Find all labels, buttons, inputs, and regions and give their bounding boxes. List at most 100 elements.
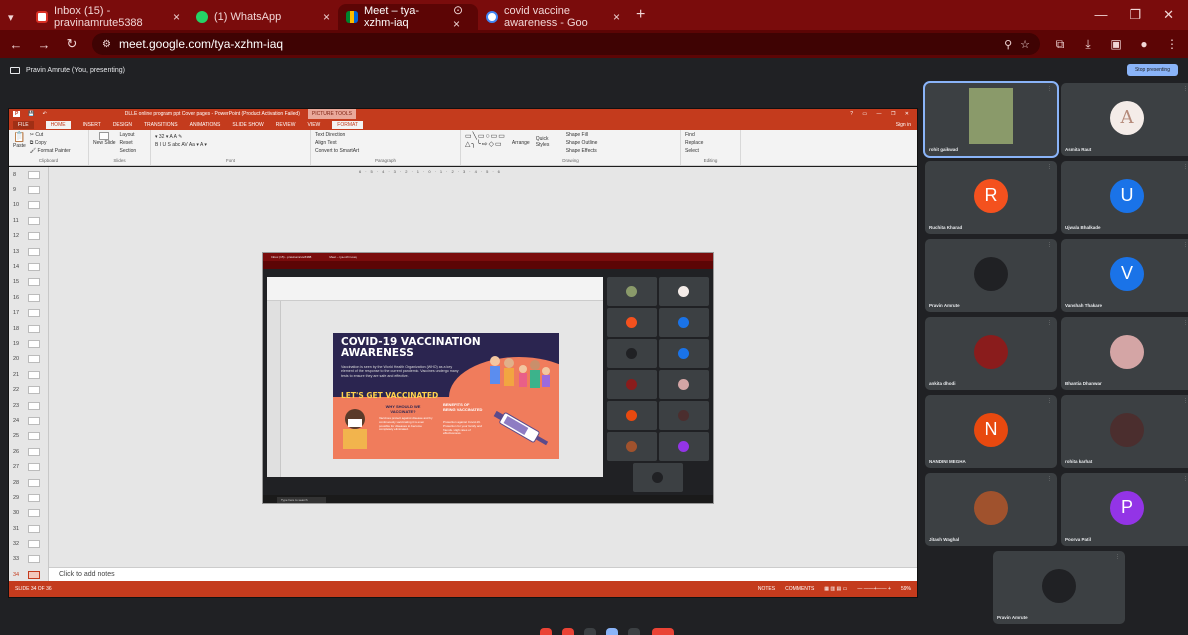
- save-icon[interactable]: 💾: [28, 111, 34, 117]
- participant-tile[interactable]: rohita karhat ⋮: [1061, 395, 1188, 468]
- close-icon[interactable]: ×: [613, 10, 620, 24]
- ppt-tab-home[interactable]: HOME: [45, 120, 71, 129]
- address-bar[interactable]: ⚙ meet.google.com/tya-xzhm-iaq ⚲ ☆: [92, 33, 1040, 55]
- slide-thumbnail[interactable]: 33: [9, 552, 48, 567]
- layout-button[interactable]: Layout: [120, 132, 137, 138]
- camera-button[interactable]: [562, 628, 574, 635]
- tab-google[interactable]: covid vaccine awareness - Goo ×: [478, 4, 628, 30]
- close-icon[interactable]: ×: [323, 10, 330, 24]
- view-buttons[interactable]: ▦ ▥ ▤ ▭: [824, 586, 847, 592]
- font-controls[interactable]: ▾ 32 ▾ A A ✎: [155, 134, 306, 140]
- slide-thumbnail[interactable]: 20: [9, 352, 48, 367]
- slide-thumbnail[interactable]: 21: [9, 367, 48, 382]
- tab-meet[interactable]: Meet – tya-xzhm-iaq ⊙ ×: [338, 3, 478, 31]
- paste-button[interactable]: 📋 Paste: [13, 132, 26, 154]
- slide-thumbnail[interactable]: 27: [9, 459, 48, 474]
- slide-thumbnail[interactable]: 17: [9, 306, 48, 321]
- new-tab-button[interactable]: +: [628, 6, 653, 24]
- more-icon[interactable]: ⋮: [1047, 86, 1052, 92]
- more-icon[interactable]: ⋮: [1047, 398, 1052, 404]
- shape-effects-button[interactable]: Shape Effects: [566, 148, 598, 154]
- cut-button[interactable]: ✂ Cut: [30, 132, 71, 138]
- slide-thumbnail[interactable]: 19: [9, 336, 48, 351]
- slide-thumbnail[interactable]: 18: [9, 321, 48, 336]
- notes-pane[interactable]: Click to add notes: [49, 567, 917, 581]
- replace-button[interactable]: Replace: [685, 140, 736, 146]
- slide-thumbnail[interactable]: 16: [9, 290, 48, 305]
- new-slide-button[interactable]: New Slide: [93, 132, 116, 154]
- participant-tile[interactable]: Pravin Amrute ⋮: [993, 551, 1125, 624]
- back-icon[interactable]: ←: [8, 37, 24, 52]
- slide-thumbnail[interactable]: 25: [9, 429, 48, 444]
- selected-picture[interactable]: Inbox (15) - pravinamrute5388 Meet – tya…: [262, 252, 714, 504]
- minimize-icon[interactable]: —: [1094, 7, 1107, 23]
- slide-thumbnail[interactable]: 30: [9, 506, 48, 521]
- close-icon[interactable]: ×: [173, 10, 180, 24]
- participant-tile[interactable]: A Asmita Raut ⋮: [1061, 83, 1188, 156]
- more-icon[interactable]: ⋮: [1183, 398, 1188, 404]
- participant-tile[interactable]: V Vanshah Thakare ⋮: [1061, 239, 1188, 312]
- tab-search-menu[interactable]: ▾: [0, 4, 28, 30]
- select-button[interactable]: Select: [685, 148, 736, 154]
- shape-outline-button[interactable]: Shape Outline: [566, 140, 598, 146]
- convert-smartart-button[interactable]: Convert to SmartArt: [315, 148, 456, 154]
- slide-thumbnail[interactable]: 11: [9, 213, 48, 228]
- more-icon[interactable]: ⋮: [1183, 476, 1188, 482]
- more-icon[interactable]: ⋮: [1183, 242, 1188, 248]
- slide-thumbnail[interactable]: 29: [9, 490, 48, 505]
- ppt-tab-transitions[interactable]: TRANSITIONS: [144, 122, 178, 128]
- more-icon[interactable]: ⋮: [1115, 554, 1120, 560]
- present-button[interactable]: [606, 628, 618, 635]
- slide-thumbnail[interactable]: 12: [9, 229, 48, 244]
- notes-button[interactable]: NOTES: [758, 586, 775, 592]
- slide-thumbnail[interactable]: 26: [9, 444, 48, 459]
- slide-thumbnail[interactable]: 13: [9, 244, 48, 259]
- participant-tile[interactable]: N NANDINI MEGHA ⋮: [925, 395, 1057, 468]
- close-window-icon[interactable]: ✕: [1163, 7, 1174, 23]
- more-icon[interactable]: ⋮: [1183, 164, 1188, 170]
- site-info-icon[interactable]: ⚙: [102, 39, 111, 50]
- bookmark-star-icon[interactable]: ☆: [1020, 38, 1030, 51]
- close-icon[interactable]: ⊙ ×: [453, 3, 470, 31]
- quick-styles-button[interactable]: Quick Styles: [536, 132, 560, 154]
- slide-thumbnail[interactable]: 14: [9, 259, 48, 274]
- more-icon[interactable]: ⋮: [1047, 476, 1052, 482]
- participant-tile[interactable]: rohit gaikwad ⋮: [923, 81, 1059, 158]
- zoom-icon[interactable]: ⚲: [1004, 38, 1012, 51]
- extensions-icon[interactable]: ⧉: [1052, 37, 1068, 52]
- sign-in-link[interactable]: Sign in: [896, 122, 917, 128]
- format-painter-button[interactable]: 🖌 Format Painter: [30, 148, 71, 154]
- copy-button[interactable]: ⧉ Copy: [30, 140, 71, 146]
- ppt-tab-design[interactable]: DESIGN: [113, 122, 132, 128]
- align-text-button[interactable]: Align Text: [315, 140, 456, 146]
- ppt-tab-format[interactable]: FORMAT: [332, 120, 364, 129]
- text-direction-button[interactable]: Text Direction: [315, 132, 456, 138]
- slide-thumbnail[interactable]: 22: [9, 382, 48, 397]
- more-icon[interactable]: ⋮: [1183, 320, 1188, 326]
- forward-icon[interactable]: →: [36, 37, 52, 52]
- find-button[interactable]: Find: [685, 132, 736, 138]
- download-icon[interactable]: ⤓: [1080, 37, 1096, 52]
- menu-icon[interactable]: ⋮: [1164, 37, 1180, 51]
- participant-tile[interactable]: Bhantia Dhanwar ⋮: [1061, 317, 1188, 390]
- slide-thumbnail[interactable]: 9: [9, 182, 48, 197]
- more-options-button[interactable]: [628, 628, 640, 635]
- ppt-tab-animations[interactable]: ANIMATIONS: [190, 122, 221, 128]
- more-icon[interactable]: ⋮: [1047, 242, 1052, 248]
- shapes-gallery[interactable]: ▭╲▭○▭▭ △╮╰⇨◇▭: [465, 132, 506, 154]
- ppt-tab-view[interactable]: VIEW: [308, 122, 321, 128]
- comments-button[interactable]: COMMENTS: [785, 586, 814, 592]
- slide-thumbnail[interactable]: 15: [9, 275, 48, 290]
- arrange-button[interactable]: Arrange: [512, 132, 530, 154]
- participant-tile[interactable]: Pravin Amrute ⋮: [925, 239, 1057, 312]
- slide-thumbnail[interactable]: 23: [9, 398, 48, 413]
- more-icon[interactable]: ⋮: [1183, 86, 1188, 92]
- participant-tile[interactable]: U Ujwala Bhalkade ⋮: [1061, 161, 1188, 234]
- tab-whatsapp[interactable]: (1) WhatsApp ×: [188, 4, 338, 30]
- tab-inbox[interactable]: Inbox (15) - pravinamrute5388 ×: [28, 4, 188, 30]
- participant-tile[interactable]: ankita dhodi ⋮: [925, 317, 1057, 390]
- slide-thumbnail[interactable]: 10: [9, 198, 48, 213]
- participant-tile[interactable]: P Poorva Patil ⋮: [1061, 473, 1188, 546]
- mic-button[interactable]: [540, 628, 552, 635]
- font-format-controls[interactable]: B I U S abc AV Aa ▾ A ▾: [155, 142, 306, 148]
